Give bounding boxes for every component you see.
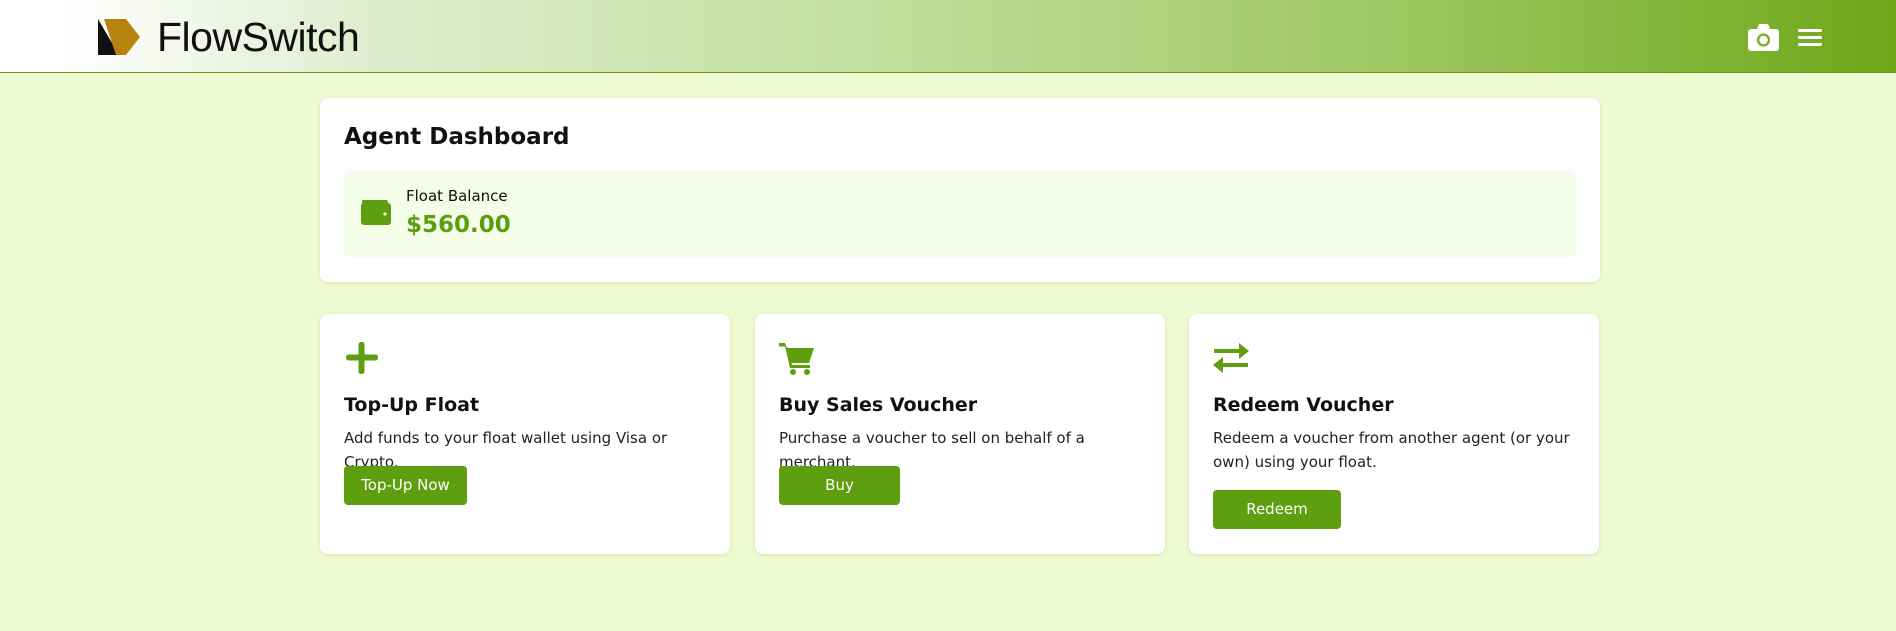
top-up-now-button[interactable]: Top-Up Now [344,466,467,505]
redeem-now-button[interactable]: Redeem Now [1213,490,1341,557]
buy-voucher-button[interactable]: Buy Voucher [779,466,900,533]
hamburger-menu-icon [1798,29,1822,46]
float-balance-label: Float Balance [406,187,508,205]
card-title: Buy Sales Voucher [779,394,978,416]
agent-dashboard-panel: Agent Dashboard Float Balance $560.00 [320,98,1600,282]
menu-button[interactable] [1793,22,1827,52]
top-navigation-bar: FlowSwitch [0,0,1896,73]
flowswitch-logo-icon [98,19,140,55]
card-description: Redeem a voucher from another agent (or … [1213,429,1570,471]
shopping-cart-icon [779,343,814,375]
card-title: Top-Up Float [344,394,480,416]
float-balance-value: $560.00 [406,212,511,238]
camera-button[interactable] [1746,22,1780,52]
plus-icon [346,342,378,374]
brand-name[interactable]: FlowSwitch [157,14,360,60]
card-title: Redeem Voucher [1213,394,1394,416]
buy-sales-voucher-card: Buy Sales Voucher Purchase a voucher to … [755,314,1165,554]
top-up-float-card: Top-Up Float Add funds to your float wal… [320,314,730,554]
exchange-arrows-icon [1213,343,1249,373]
page-title: Agent Dashboard [344,124,570,150]
float-balance-box: Float Balance $560.00 [344,171,1576,257]
wallet-icon [361,200,391,225]
camera-icon [1747,23,1779,51]
redeem-voucher-card: Redeem Voucher Redeem a voucher from ano… [1189,314,1599,557]
